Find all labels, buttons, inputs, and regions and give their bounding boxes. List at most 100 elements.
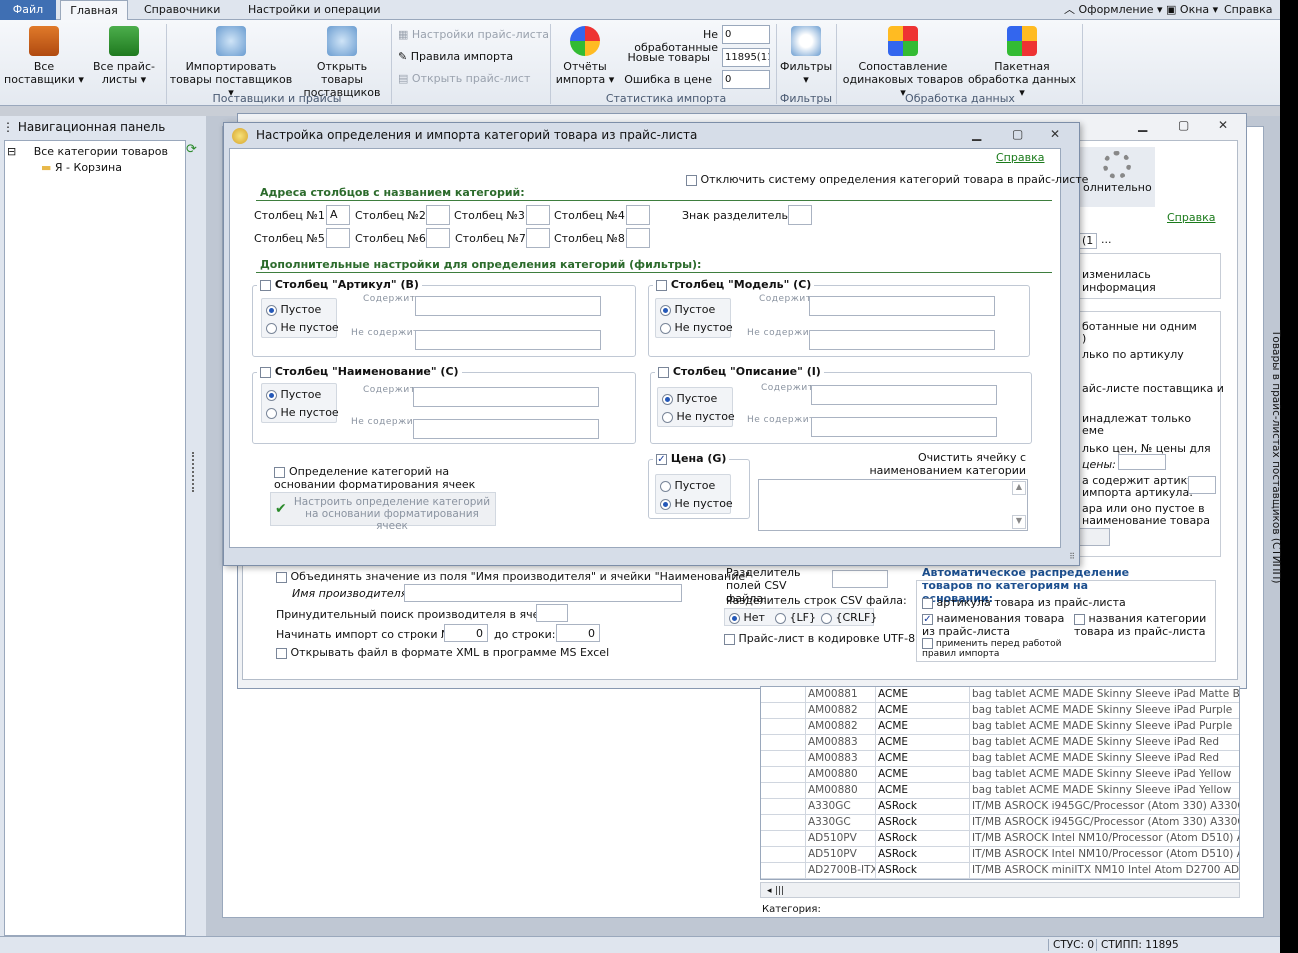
scroll-down-icon[interactable]: ▼ bbox=[1012, 515, 1026, 529]
radio[interactable] bbox=[660, 322, 671, 334]
horizontal-scrollbar[interactable]: ◂ ||| bbox=[760, 882, 1240, 898]
import-reports-button[interactable]: Отчёты импорта ▾ bbox=[554, 26, 616, 86]
table-row[interactable]: A330GC ASRock IT/MB ASROCK i945GC/Processo… bbox=[761, 799, 1239, 815]
checkbox[interactable] bbox=[276, 571, 287, 583]
table-row[interactable]: AM00883 ACME bag tablet ACME MADE Skinny S… bbox=[761, 751, 1239, 767]
table-row[interactable]: AD510PV ASRock IT/MB ASROCK Intel NM10/Pro… bbox=[761, 847, 1239, 863]
filter-article-title[interactable]: Столбец "Артикул" (B) bbox=[257, 278, 422, 291]
col7-input[interactable] bbox=[526, 228, 550, 248]
pricelist-settings-button[interactable]: ▦ Настройки прайс-листа bbox=[398, 26, 549, 44]
not-contains-input[interactable] bbox=[809, 330, 995, 350]
radio-not-empty[interactable]: Не пустое bbox=[266, 321, 339, 334]
import-rules-button[interactable]: ✎ Правила импорта bbox=[398, 48, 513, 66]
scroll-up-icon[interactable]: ▲ bbox=[1012, 481, 1026, 495]
table-row[interactable]: A330GC ASRock IT/MB ASROCK i945GC/Processo… bbox=[761, 815, 1239, 831]
radio-not-empty[interactable]: Не пустое bbox=[266, 406, 339, 419]
col3-input[interactable] bbox=[526, 205, 550, 225]
checkbox[interactable] bbox=[922, 638, 933, 649]
open-goods-button[interactable]: Открыть товары поставщиков bbox=[296, 26, 388, 99]
radio[interactable] bbox=[660, 480, 671, 492]
to-row-input[interactable]: 0 bbox=[556, 624, 600, 642]
filter-model-title[interactable]: Столбец "Модель" (C) bbox=[653, 278, 815, 291]
by-category-checkbox[interactable]: названия категории товара из прайс-листа bbox=[1074, 612, 1214, 638]
checkbox[interactable] bbox=[656, 453, 667, 465]
tab-references[interactable]: Справочники bbox=[136, 0, 228, 20]
refresh-icon[interactable]: ⟳ bbox=[186, 142, 197, 157]
checkbox[interactable] bbox=[274, 467, 285, 478]
minimize-icon[interactable]: ▁ bbox=[972, 127, 981, 141]
radio[interactable] bbox=[775, 612, 786, 624]
col5-input[interactable] bbox=[326, 228, 350, 248]
open-pricelist-button[interactable]: ▤ Открыть прайс-лист bbox=[398, 70, 530, 88]
import-goods-button[interactable]: Импортировать товары поставщиков ▾ bbox=[168, 26, 294, 99]
tab-main[interactable]: Главная bbox=[60, 0, 128, 21]
bg-disabled-input[interactable] bbox=[1078, 528, 1110, 546]
radio[interactable] bbox=[821, 612, 832, 624]
checkbox[interactable] bbox=[260, 366, 271, 378]
close-icon[interactable]: ✕ bbox=[1050, 127, 1060, 141]
filter-name-title[interactable]: Столбец "Наименование" (C) bbox=[257, 365, 462, 378]
radio[interactable] bbox=[660, 498, 671, 510]
maximize-icon[interactable]: ▢ bbox=[1012, 127, 1023, 141]
col6-input[interactable] bbox=[426, 228, 450, 248]
scroll-thumb-icon[interactable]: ||| bbox=[775, 886, 784, 896]
mfr-name-input[interactable] bbox=[404, 584, 682, 602]
scroll-left-icon[interactable]: ◂ bbox=[761, 886, 772, 896]
format-settings-button[interactable]: ✔ Настроить определение категорий на осн… bbox=[270, 492, 496, 532]
all-suppliers-button[interactable]: Все поставщики ▾ bbox=[4, 26, 84, 86]
radio-empty[interactable]: Пустое bbox=[660, 303, 715, 316]
radio-not-empty[interactable]: Не пустое bbox=[660, 321, 733, 334]
minimize-icon[interactable]: ▁ bbox=[1138, 118, 1147, 132]
bg-help-link[interactable]: Справка bbox=[1167, 211, 1215, 224]
clear-cell-textarea[interactable]: ▲ ▼ bbox=[758, 479, 1028, 531]
radio[interactable] bbox=[729, 612, 740, 624]
checkbox[interactable] bbox=[260, 279, 271, 291]
table-row[interactable]: AD2700B-ITX ASRock IT/MB ASROCK miniITX NM… bbox=[761, 863, 1239, 879]
radio[interactable] bbox=[662, 393, 673, 405]
col2-input[interactable] bbox=[426, 205, 450, 225]
more-button[interactable]: олнительно bbox=[1079, 147, 1155, 207]
filter-price-title[interactable]: Цена (G) bbox=[653, 452, 730, 465]
csv-sep-input[interactable] bbox=[832, 570, 888, 588]
csv-rows-lf[interactable]: {LF} bbox=[775, 611, 816, 624]
radio-not-empty[interactable]: Не пустое bbox=[660, 497, 733, 510]
table-row[interactable]: AM00883 ACME bag tablet ACME MADE Skinny S… bbox=[761, 735, 1239, 751]
tab-file[interactable]: Файл bbox=[0, 0, 56, 20]
splitter-handle[interactable] bbox=[192, 452, 196, 492]
checkbox[interactable] bbox=[1074, 613, 1085, 625]
batch-processing-button[interactable]: Пакетная обработка данных ▾ bbox=[968, 26, 1076, 99]
start-row-input[interactable]: 0 bbox=[444, 624, 488, 642]
match-goods-button[interactable]: Сопоставление одинаковых товаров ▾ bbox=[840, 26, 966, 99]
radio[interactable] bbox=[266, 389, 277, 401]
filters-button[interactable]: Фильтры ▾ bbox=[780, 26, 832, 86]
table-row[interactable]: AM00880 ACME bag tablet ACME MADE Skinny S… bbox=[761, 767, 1239, 783]
col8-input[interactable] bbox=[626, 228, 650, 248]
table-row[interactable]: AM00881 ACME bag tablet ACME MADE Skinny S… bbox=[761, 687, 1239, 703]
apply-rules-checkbox[interactable]: применить перед работой правил импорта bbox=[922, 638, 1092, 659]
bg-article-input[interactable] bbox=[1188, 476, 1216, 494]
not-contains-input[interactable] bbox=[415, 330, 601, 350]
checkbox[interactable] bbox=[686, 174, 697, 186]
checkbox[interactable] bbox=[656, 279, 667, 291]
checkbox[interactable] bbox=[922, 597, 933, 609]
contains-input[interactable] bbox=[413, 387, 599, 407]
table-row[interactable]: AD510PV ASRock IT/MB ASROCK Intel NM10/Pro… bbox=[761, 831, 1239, 847]
bg-price-input[interactable] bbox=[1118, 454, 1166, 470]
col4-input[interactable] bbox=[626, 205, 650, 225]
by-article-checkbox[interactable]: артикула товара из прайс-листа bbox=[922, 596, 1126, 609]
table-row[interactable]: AM00882 ACME bag tablet ACME MADE Skinny S… bbox=[761, 703, 1239, 719]
checkbox[interactable] bbox=[922, 613, 933, 625]
contains-input[interactable] bbox=[811, 385, 997, 405]
contains-input[interactable] bbox=[415, 296, 601, 316]
tree-node-root[interactable]: ⊟ Все категории товаров bbox=[7, 145, 168, 158]
radio[interactable] bbox=[660, 304, 671, 316]
separator-input[interactable] bbox=[788, 205, 812, 225]
menu-appearance[interactable]: ︿ Оформление ▾ bbox=[1056, 0, 1171, 20]
radio[interactable] bbox=[662, 411, 673, 423]
filter-description-title[interactable]: Столбец "Описание" (I) bbox=[655, 365, 824, 378]
checkbox[interactable] bbox=[276, 647, 287, 659]
radio[interactable] bbox=[266, 304, 277, 316]
table-row[interactable]: AM00882 ACME bag tablet ACME MADE Skinny S… bbox=[761, 719, 1239, 735]
table-row[interactable]: AM00880 ACME bag tablet ACME MADE Skinny S… bbox=[761, 783, 1239, 799]
menu-help[interactable]: Справка ▾ bbox=[1216, 0, 1280, 36]
